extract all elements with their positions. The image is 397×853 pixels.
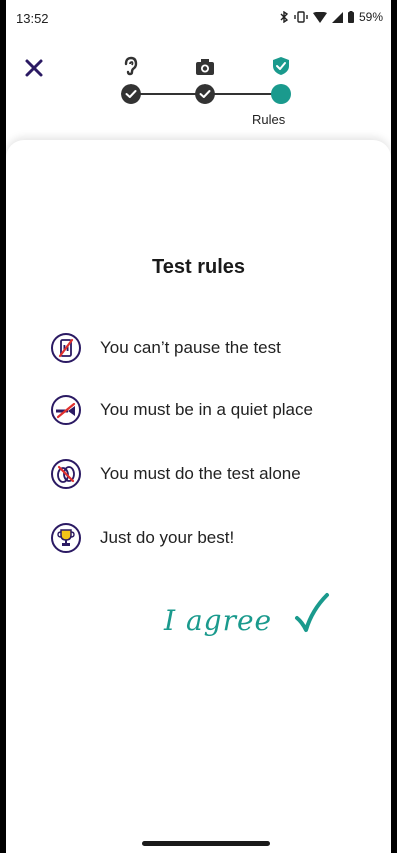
rule-item: You can’t pause the test	[50, 330, 381, 366]
rule-text: You can’t pause the test	[100, 338, 281, 357]
ear-icon	[124, 56, 138, 76]
battery-percent: 59%	[358, 10, 383, 24]
status-icons: 59%	[279, 10, 383, 24]
progress-stepper: Rules	[6, 36, 391, 140]
wifi-icon	[312, 11, 327, 23]
rule-item: Just do your best!	[50, 520, 381, 556]
rule-text: Just do your best!	[100, 528, 235, 547]
step-current-dot	[271, 84, 291, 104]
signal-icon	[331, 11, 343, 23]
rule-item: You must do the test alone	[50, 456, 381, 492]
status-time: 13:52	[16, 11, 49, 26]
camera-icon	[196, 59, 214, 75]
step-connector	[136, 93, 198, 95]
bluetooth-icon	[280, 11, 289, 23]
no-pause-icon	[51, 333, 81, 363]
rule-text: You must do the test alone	[100, 464, 301, 483]
agree-button[interactable]: I agree	[164, 592, 334, 652]
vibrate-icon	[294, 11, 308, 23]
rule-text: You must be in a quiet place	[100, 400, 313, 419]
trophy-icon	[51, 523, 81, 553]
shield-check-icon	[273, 57, 289, 75]
rule-item: You must be in a quiet place	[50, 392, 381, 428]
step-done-check-icon	[121, 84, 141, 104]
battery-icon	[347, 11, 354, 23]
agree-label: I agree	[164, 604, 273, 637]
header: Rules	[6, 36, 391, 140]
page-title: Test rules	[152, 256, 245, 278]
step-connector	[211, 93, 277, 95]
checkmark-icon	[295, 593, 329, 632]
no-people-icon	[51, 459, 81, 489]
no-trumpet-icon	[51, 395, 81, 425]
device-frame-right	[391, 0, 397, 853]
step-label-rules: Rules	[252, 112, 286, 127]
rules-sheet: Test rules You can’t pause the test You …	[6, 140, 391, 853]
status-bar: 13:52 59%	[6, 0, 391, 36]
step-done-check-icon	[195, 84, 215, 104]
home-indicator[interactable]	[142, 841, 270, 846]
